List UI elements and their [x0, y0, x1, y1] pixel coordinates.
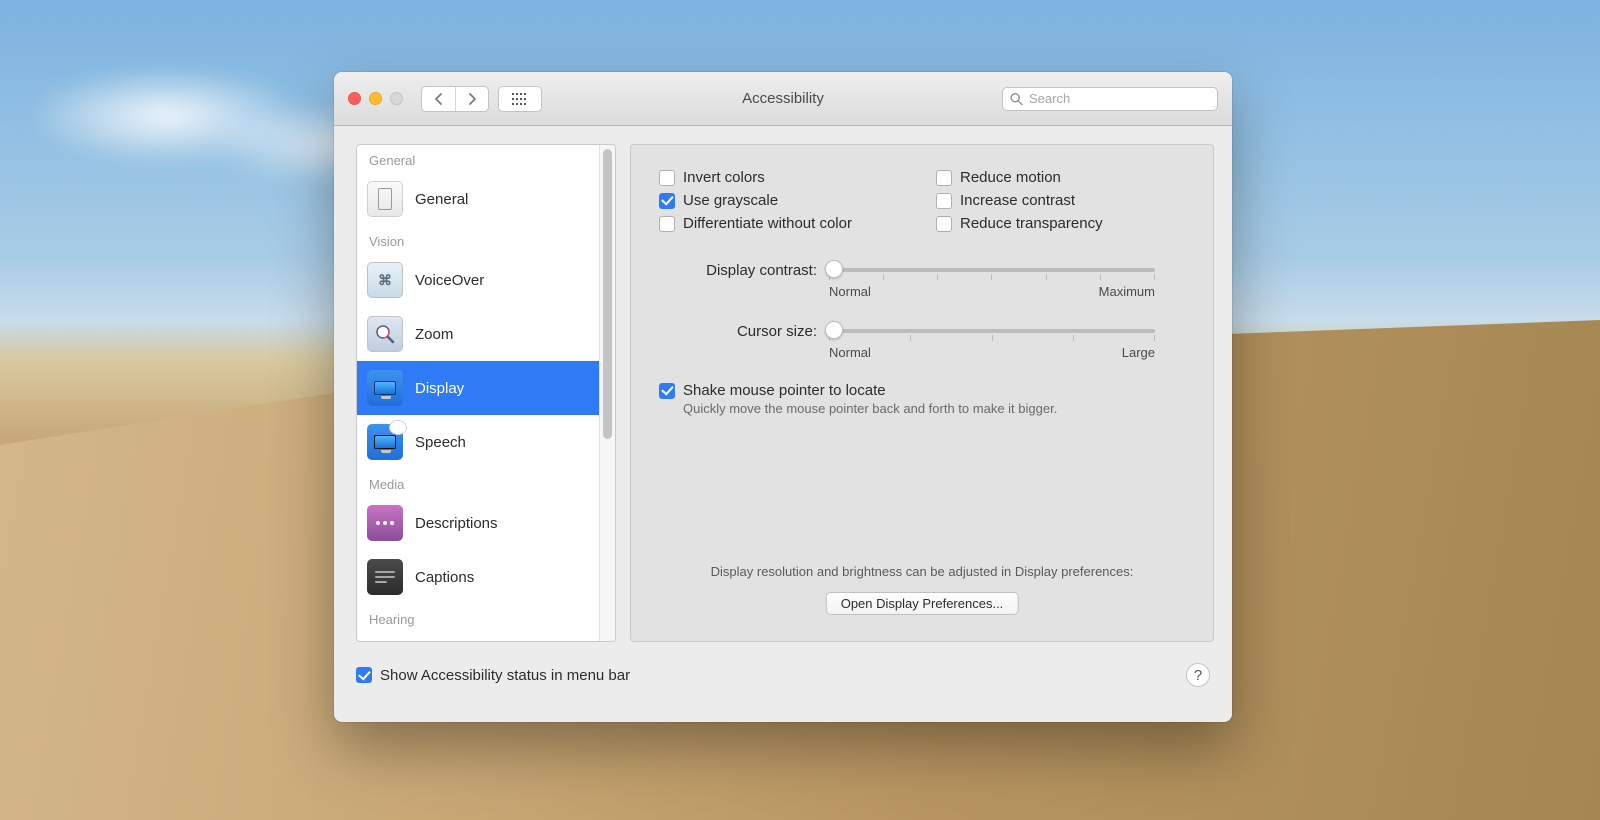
cursor-size-slider[interactable]: [829, 329, 1155, 333]
sidebar-section-general: General: [357, 145, 599, 172]
sidebar-item-speech[interactable]: Speech: [357, 415, 599, 469]
sidebar-item-descriptions[interactable]: Descriptions: [357, 496, 599, 550]
display-contrast-label: Display contrast:: [659, 260, 829, 279]
speech-icon: [367, 424, 403, 460]
shake-help-text: Quickly move the mouse pointer back and …: [683, 401, 1185, 416]
nav-buttons: [421, 86, 489, 112]
display-contrast-slider[interactable]: [829, 268, 1155, 272]
sidebar-item-captions[interactable]: Captions: [357, 550, 599, 604]
display-prefs-hint: Display resolution and brightness can be…: [631, 564, 1213, 579]
checkbox-differentiate-color[interactable]: Differentiate without color: [659, 215, 908, 232]
minimize-window-button[interactable]: [369, 92, 382, 105]
sidebar-item-voiceover[interactable]: ⌘ VoiceOver: [357, 253, 599, 307]
back-button[interactable]: [422, 87, 455, 111]
preferences-window: Accessibility General General Vision ⌘ V…: [334, 72, 1232, 722]
general-icon: [367, 181, 403, 217]
show-all-button[interactable]: [498, 86, 542, 112]
close-window-button[interactable]: [348, 92, 361, 105]
cursor-size-label: Cursor size:: [659, 321, 829, 340]
titlebar: Accessibility: [334, 72, 1232, 126]
open-display-preferences-button[interactable]: Open Display Preferences...: [826, 592, 1019, 615]
captions-icon: [367, 559, 403, 595]
window-footer: Show Accessibility status in menu bar ?: [334, 646, 1232, 704]
sidebar-scrollbar[interactable]: [599, 145, 615, 641]
checkbox-shake-locate[interactable]: Shake mouse pointer to locate: [659, 382, 1185, 399]
display-icon: [367, 370, 403, 406]
checkbox-reduce-transparency[interactable]: Reduce transparency: [936, 215, 1185, 232]
sidebar: General General Vision ⌘ VoiceOver Zoom: [356, 144, 616, 642]
sidebar-item-general[interactable]: General: [357, 172, 599, 226]
zoom-window-button[interactable]: [390, 92, 403, 105]
sidebar-section-media: Media: [357, 469, 599, 496]
zoom-icon: [367, 316, 403, 352]
checkbox-reduce-motion[interactable]: Reduce motion: [936, 169, 1185, 186]
descriptions-icon: [367, 505, 403, 541]
forward-button[interactable]: [455, 87, 488, 111]
checkbox-use-grayscale[interactable]: Use grayscale: [659, 192, 908, 209]
voiceover-icon: ⌘: [367, 262, 403, 298]
detail-pane: Invert colors Reduce motion Use grayscal…: [630, 144, 1214, 642]
checkbox-increase-contrast[interactable]: Increase contrast: [936, 192, 1185, 209]
checkbox-invert-colors[interactable]: Invert colors: [659, 169, 908, 186]
search-input[interactable]: [1002, 87, 1218, 111]
traffic-lights: [348, 92, 403, 105]
sidebar-item-display[interactable]: Display: [357, 361, 599, 415]
chevron-left-icon: [434, 93, 443, 105]
sidebar-section-hearing: Hearing: [357, 604, 599, 631]
grid-icon: [512, 93, 528, 105]
sidebar-item-zoom[interactable]: Zoom: [357, 307, 599, 361]
checkbox-show-status-menubar[interactable]: Show Accessibility status in menu bar: [356, 667, 630, 684]
chevron-right-icon: [468, 93, 477, 105]
sidebar-section-vision: Vision: [357, 226, 599, 253]
help-button[interactable]: ?: [1186, 663, 1210, 687]
